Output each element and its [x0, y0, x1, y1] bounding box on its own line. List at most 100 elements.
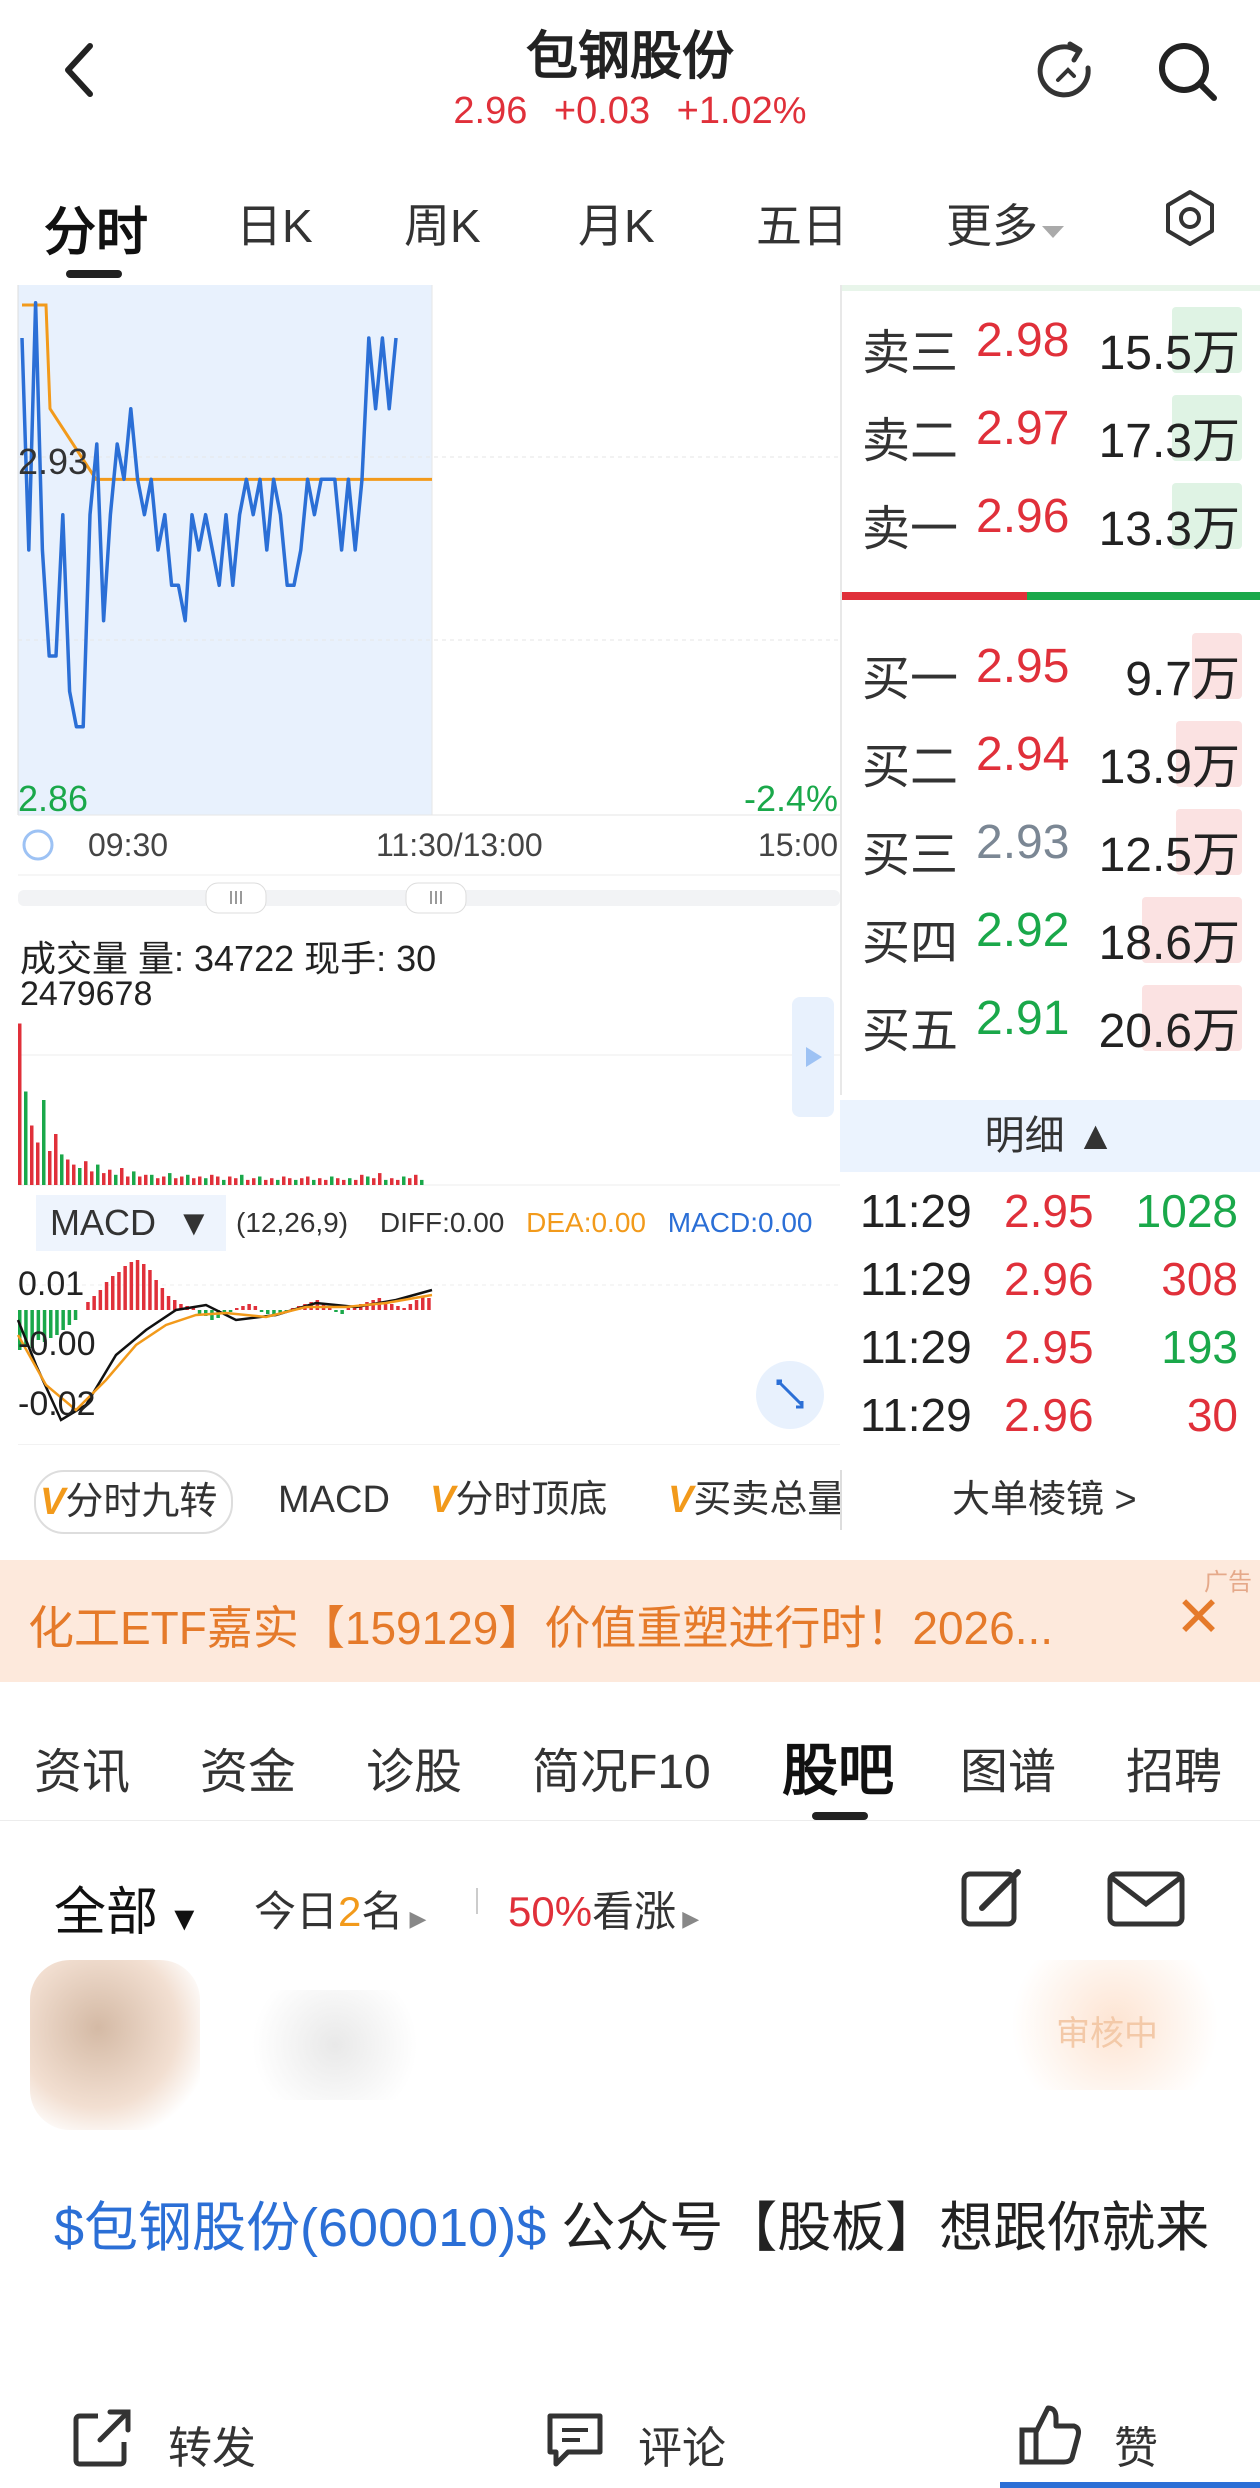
ask-price: 2.96 — [976, 490, 1070, 543]
time-mid: 11:30/13:00 — [376, 827, 543, 863]
share-icon[interactable] — [70, 2406, 134, 2475]
macd-bar — [98, 1290, 103, 1310]
tick-price: 2.96 — [1004, 1253, 1094, 1305]
volume-bar — [228, 1176, 232, 1185]
volume-bar — [168, 1173, 172, 1185]
tab-profile-f10[interactable]: 简况F10 — [532, 1732, 711, 1802]
ad-banner[interactable]: 化工ETF嘉实【159129】价值重塑进行时！2026... 广告 ✕ — [0, 1560, 1260, 1682]
pct-axis-low: -2.4% — [743, 778, 838, 819]
chip-nine-turn[interactable]: V分时九转 — [34, 1470, 234, 1534]
ask-price: 2.97 — [976, 402, 1070, 455]
tab-weekly-k[interactable]: 周K — [404, 190, 481, 256]
chart-tabs: 分时 日K 周K 月K 五日 更多 — [0, 160, 1260, 280]
ask-row[interactable]: 卖三 2.98 15.5万 — [842, 299, 1260, 387]
tab-intraday[interactable]: 分时 — [44, 190, 148, 265]
bid-row[interactable]: 买五 2.91 20.6万 — [842, 977, 1260, 1065]
macd-bar — [86, 1302, 90, 1310]
volume-bar — [234, 1178, 238, 1185]
tab-daily-k[interactable]: 日K — [236, 190, 313, 256]
tab-diagnose[interactable]: 诊股 — [366, 1732, 462, 1802]
post-body[interactable]: $包钢股份(600010)$ 公众号【股板】想跟你就来 — [54, 2185, 1214, 2271]
macd-bar — [142, 1264, 146, 1310]
bid-price: 2.92 — [976, 904, 1070, 957]
bid-row[interactable]: 买一 2.95 9.7万 — [842, 625, 1260, 713]
intraday-chart[interactable]: III III 2.93 2.86 -2.4% 09:30 11:30/13:0… — [16, 285, 840, 1446]
tick-time: 11:29 — [860, 1185, 972, 1237]
volume-bar — [36, 1142, 40, 1185]
bid-row[interactable]: 买三 2.93 12.5万 — [842, 801, 1260, 889]
volume-bar — [198, 1176, 202, 1185]
bid-label: 买五 — [862, 1005, 959, 1058]
tab-active-underline — [66, 270, 122, 278]
volume-bar — [414, 1174, 418, 1185]
today-rank[interactable]: 今日2名 ▶ — [254, 1878, 426, 1939]
ask-label: 卖二 — [862, 415, 959, 468]
avatar[interactable] — [30, 1960, 200, 2130]
author-name-blurred[interactable] — [240, 1990, 430, 2100]
macd-bar — [241, 1306, 245, 1310]
volume-bar — [300, 1178, 304, 1185]
volume-bar — [204, 1178, 208, 1185]
bid-label: 买三 — [862, 829, 959, 882]
tab-news[interactable]: 资讯 — [34, 1732, 130, 1802]
stock-link[interactable]: $包钢股份(600010)$ — [54, 2198, 546, 2258]
tab-more[interactable]: 更多 — [946, 190, 1068, 256]
ask-volume: 15.5万 — [1098, 327, 1240, 380]
bullish-ratio[interactable]: 50%看涨 ▶ — [508, 1878, 699, 1939]
ask-row[interactable]: 卖二 2.97 17.3万 — [842, 387, 1260, 475]
tick-row: 11:29 2.96 308 — [860, 1252, 1260, 1306]
close-icon[interactable]: ✕ — [1175, 1584, 1222, 1650]
bid-row[interactable]: 买二 2.94 13.9万 — [842, 713, 1260, 801]
chip-total-volume[interactable]: V买卖总量 — [668, 1470, 840, 1530]
chip-macd[interactable]: MACD — [278, 1470, 390, 1530]
settings-gear-icon[interactable] — [1160, 188, 1220, 253]
like-button[interactable]: 赞 — [1114, 2412, 1158, 2476]
volume-bar — [102, 1173, 106, 1185]
comment-icon[interactable] — [544, 2408, 606, 2475]
ask-ratio-bar — [842, 592, 1027, 600]
tab-forum[interactable]: 股吧 — [782, 1726, 894, 1807]
macd-diff: DIFF:0.00 — [379, 1207, 505, 1238]
refresh-icon[interactable] — [1030, 36, 1102, 108]
volume-bar — [264, 1179, 268, 1185]
share-button[interactable]: 转发 — [168, 2412, 256, 2476]
tab-graph[interactable]: 图谱 — [960, 1732, 1056, 1802]
scope-dropdown[interactable]: 全部 ▼ — [54, 1870, 201, 1945]
intraday-chart-svg: III III — [16, 285, 840, 1446]
ad-text[interactable]: 化工ETF嘉实【159129】价值重塑进行时！2026... — [28, 1592, 1053, 1658]
tab-jobs[interactable]: 招聘 — [1126, 1732, 1222, 1802]
thumbs-up-icon[interactable] — [1018, 2402, 1084, 2473]
current-price: 2.96 — [453, 90, 528, 132]
macd-selector[interactable]: MACD ▼ — [36, 1195, 226, 1251]
bid-label: 买一 — [862, 653, 959, 706]
ask-volume: 13.3万 — [1098, 503, 1240, 556]
v-badge-icon: V — [668, 1479, 694, 1521]
macd-bar — [173, 1300, 177, 1310]
chip-top-bottom[interactable]: V分时顶底 — [430, 1470, 607, 1530]
comment-button[interactable]: 评论 — [638, 2412, 726, 2476]
ask-row[interactable]: 卖一 2.96 13.3万 — [842, 475, 1260, 563]
search-icon[interactable] — [1152, 36, 1224, 108]
volume-bar — [336, 1178, 340, 1185]
bid-row[interactable]: 买四 2.92 18.6万 — [842, 889, 1260, 977]
chip-label: 分时九转 — [65, 1481, 218, 1523]
macd-bar — [148, 1270, 152, 1310]
time-end: 15:00 — [757, 827, 838, 863]
volume-bar — [318, 1178, 322, 1185]
volume-bar — [108, 1169, 112, 1185]
edit-post-icon[interactable] — [958, 1864, 1026, 1937]
mail-icon[interactable] — [1106, 1870, 1186, 1933]
time-start: 09:30 — [88, 827, 169, 863]
macd-bar — [166, 1296, 171, 1310]
macd-bar — [253, 1306, 258, 1310]
svg-text:III: III — [228, 888, 243, 908]
bull-pct: 50% — [508, 1888, 593, 1935]
bid-volume: 20.6万 — [1098, 1005, 1240, 1058]
detail-toggle[interactable]: 明细 ▲ — [840, 1100, 1260, 1172]
tab-funds[interactable]: 资金 — [200, 1732, 296, 1802]
price-change: +0.03 — [553, 90, 651, 132]
big-order-link[interactable]: 大单棱镜 > — [952, 1470, 1137, 1530]
tab-monthly-k[interactable]: 月K — [578, 190, 655, 256]
volume-bar — [258, 1176, 262, 1185]
tab-five-day[interactable]: 五日 — [756, 190, 848, 256]
